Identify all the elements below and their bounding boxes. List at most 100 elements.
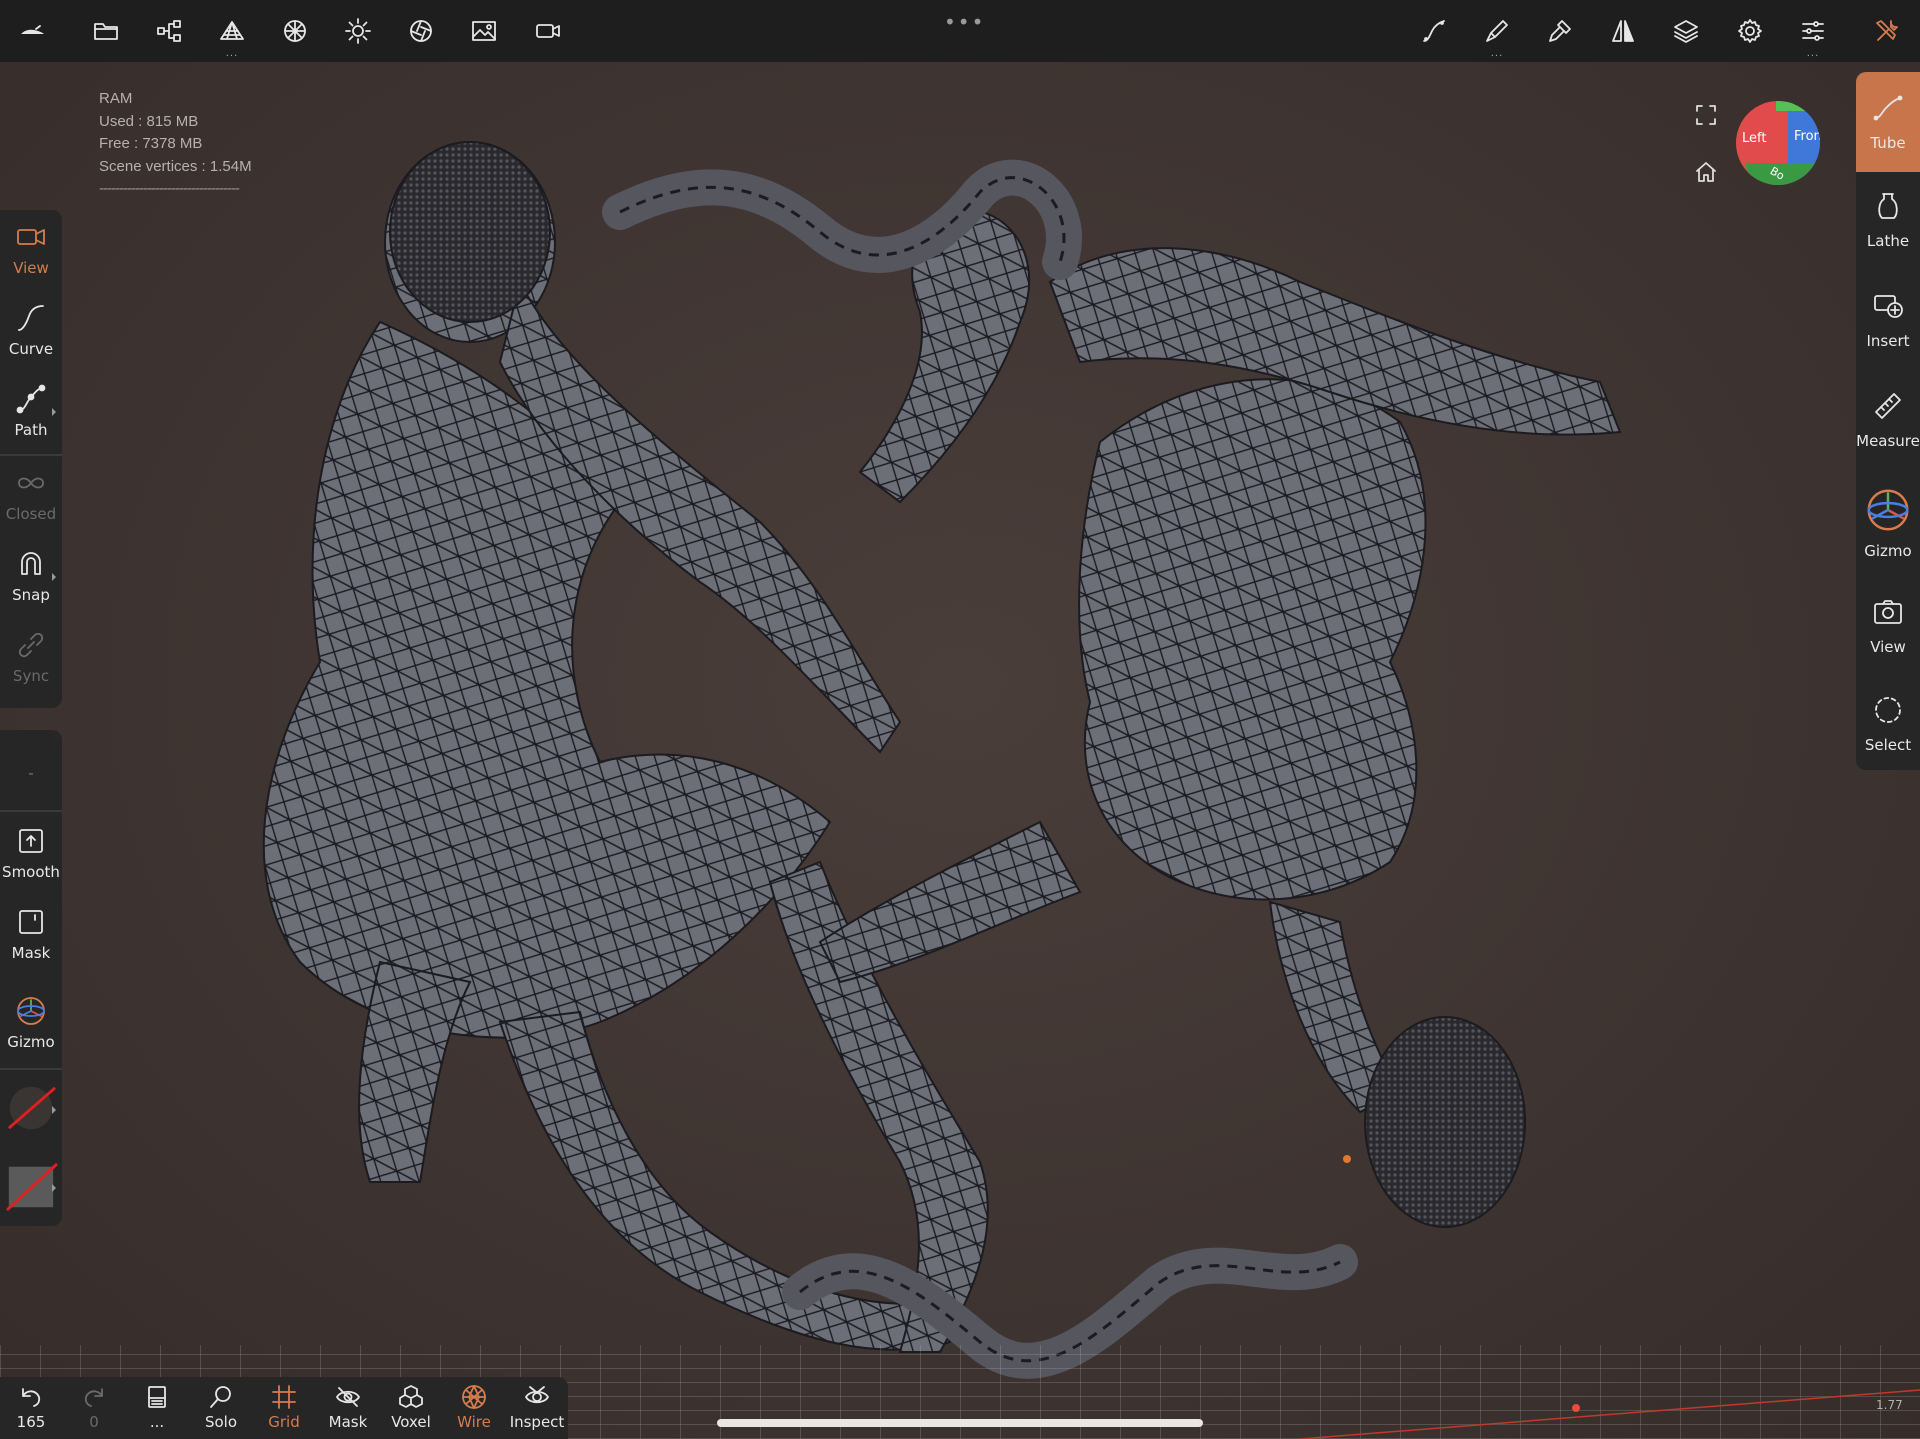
left-toolbar-lower: - Smooth Mask Gizmo [0,730,62,1226]
undo-button[interactable]: 165 [0,1377,62,1439]
layers-icon[interactable] [1666,13,1706,49]
curve-tool-label: Curve [8,340,54,358]
material-color-swatch[interactable] [0,1070,62,1146]
submenu-caret-icon [52,1184,56,1192]
solo-toggle-label: Solo [204,1413,238,1431]
ram-free: Free : 7378 MB [99,135,203,152]
more-indicator: ... [1490,48,1504,59]
voxel-toggle[interactable]: Voxel [380,1377,442,1439]
closed-toggle-label: Closed [5,505,57,523]
view-cube-front-label: Front [1794,129,1820,144]
gizmo-shortcut[interactable]: Gizmo [0,980,62,1066]
fullscreen-icon[interactable] [1691,100,1721,130]
bottom-toolbar: 165 0 ... Solo Grid Mask Voxel Wire Insp… [0,1377,568,1439]
view-tool-right-label: View [1870,638,1906,656]
scene-graph-icon[interactable] [149,13,189,49]
lathe-tool-label: Lathe [1866,232,1910,250]
history-more: ... [149,1413,165,1431]
submenu-caret-icon [52,1106,56,1114]
smooth-shortcut-label: Smooth [2,863,60,881]
gizmo-tool-label: Gizmo [1864,542,1912,560]
redo-button[interactable]: 0 [63,1377,125,1439]
empty-slot[interactable]: - [0,732,62,808]
curve-tool[interactable]: Curve [0,291,62,369]
scale-readout: 1.77 [1876,1398,1903,1412]
tube-tool-label: Tube [1870,134,1906,152]
sync-toggle-label: Sync [12,667,50,685]
mesh-topology-icon[interactable]: ... [212,13,252,59]
submenu-caret-icon [52,573,56,581]
brush-paint-icon[interactable]: ... [1477,13,1517,59]
history-button[interactable]: ... [126,1377,188,1439]
sculpt-model-wireframe[interactable] [0,62,1920,1439]
mask-shortcut-label: Mask [11,944,51,962]
lathe-tool[interactable]: Lathe [1856,172,1920,268]
mask-shortcut[interactable]: Mask [0,895,62,973]
voxel-toggle-label: Voxel [391,1413,431,1431]
insert-tool[interactable]: Insert [1856,272,1920,368]
sync-toggle[interactable]: Sync [0,618,62,696]
settings-gear-icon[interactable] [1730,13,1770,49]
texture-swatch[interactable] [0,1148,62,1224]
camera-icon[interactable] [528,13,568,49]
more-indicator: ... [1806,48,1820,59]
ram-info-overlay: RAM Used : 815 MB Free : 7378 MB Scene v… [99,88,252,201]
more-indicator: ... [225,48,239,59]
grid-toggle-label: Grid [268,1413,300,1431]
undo-count: 165 [16,1413,46,1431]
material-sphere-icon[interactable] [275,13,315,49]
view-cube-top-face[interactable] [1776,101,1816,111]
path-tool[interactable]: Path [0,372,62,450]
gizmo-shortcut-label: Gizmo [7,1033,55,1051]
divider [0,810,62,812]
left-toolbar-upper: View Curve Path Closed Snap Sync [0,210,62,708]
view-tool-right[interactable]: View [1856,578,1920,674]
home-indicator[interactable] [717,1419,1203,1427]
light-sun-icon[interactable] [338,13,378,49]
view-tool-label: View [13,259,49,277]
measure-tool-label: Measure [1856,432,1920,450]
home-view-icon[interactable] [1691,157,1721,187]
sliders-icon[interactable]: ... [1793,13,1833,59]
material-pick-icon[interactable] [1540,13,1580,49]
solo-toggle[interactable]: Solo [190,1377,252,1439]
symmetry-icon[interactable] [1603,13,1643,49]
wireframe-toggle-label: Wire [457,1413,491,1431]
redo-count: 0 [89,1413,99,1431]
folder-icon[interactable] [86,13,126,49]
select-tool[interactable]: Select [1856,676,1920,772]
ram-separator: ----------------------------------- [99,180,240,197]
background-image-icon[interactable] [464,13,504,49]
top-toolbar: ... ••• ... ... [0,0,1920,62]
shading-icon[interactable] [401,13,441,49]
ram-used: Used : 815 MB [99,112,199,130]
view-tool[interactable]: View [0,210,62,288]
nomad-logo-icon[interactable] [12,13,52,49]
view-cube[interactable]: Left Front Bo [1736,101,1820,185]
mask-visibility-toggle[interactable]: Mask [317,1377,379,1439]
select-tool-label: Select [1864,736,1912,754]
submenu-caret-icon [52,408,56,416]
measure-tool[interactable]: Measure [1856,372,1920,468]
wireframe-toggle[interactable]: Wire [443,1377,505,1439]
gizmo-tool[interactable]: Gizmo [1856,472,1920,576]
snap-toggle[interactable]: Snap [0,537,62,615]
mask-visibility-label: Mask [328,1413,368,1431]
inspect-toggle[interactable]: Inspect [506,1377,568,1439]
3d-viewport[interactable] [0,62,1920,1439]
grid-toggle[interactable]: Grid [253,1377,315,1439]
tube-tool[interactable]: Tube [1856,72,1920,172]
insert-tool-label: Insert [1866,332,1910,350]
ram-scene-vertices: Scene vertices : 1.54M [99,157,252,175]
smooth-shortcut[interactable]: Smooth [0,814,62,892]
empty-slot-label: - [28,764,34,782]
snap-toggle-label: Snap [12,586,50,604]
stroke-icon[interactable] [1414,13,1454,49]
tools-wrench-icon[interactable] [1867,13,1907,49]
top-drag-handle[interactable]: ••• [944,10,985,34]
inspect-toggle-label: Inspect [509,1413,565,1431]
ram-title: RAM [99,90,133,107]
view-cube-left-label: Left [1742,131,1767,146]
closed-toggle[interactable]: Closed [0,456,62,534]
path-tool-label: Path [14,421,48,439]
